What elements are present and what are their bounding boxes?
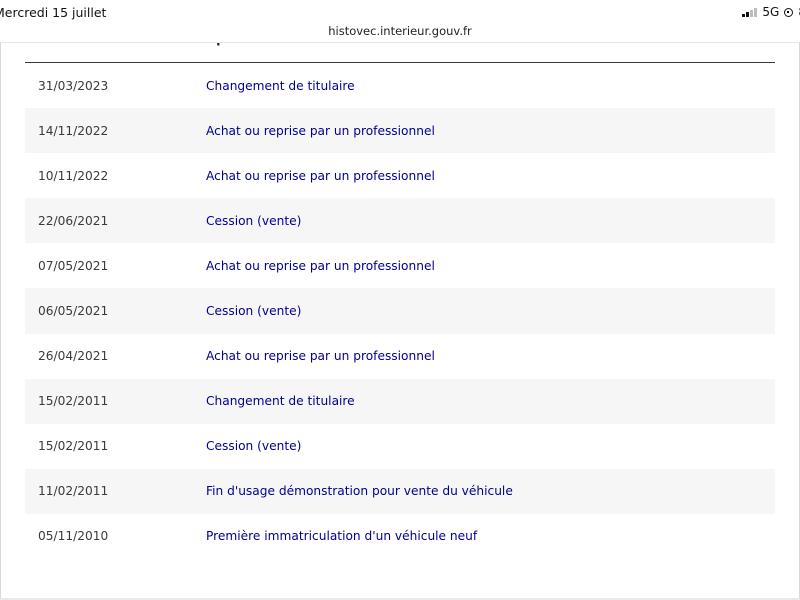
table-row: 15/02/2011 Changement de titulaire	[25, 378, 775, 424]
screen: Date Opération 31/03/2023 Changement de …	[0, 0, 800, 600]
status-indicators: 5G 8	[742, 5, 800, 19]
status-date: Mercredi 15 juillet	[0, 5, 107, 20]
row-date: 15/02/2011	[38, 394, 109, 409]
row-date: 15/02/2011	[38, 439, 109, 454]
table-row: 14/11/2022 Achat ou reprise par un profe…	[25, 108, 775, 154]
row-date: 07/05/2021	[38, 258, 109, 273]
row-date: 06/05/2021	[38, 304, 109, 319]
row-operation-link[interactable]: Achat ou reprise par un professionnel	[206, 259, 435, 273]
row-operation-link[interactable]: Fin d'usage démonstration pour vente du …	[206, 484, 513, 498]
table-row: 31/03/2023 Changement de titulaire	[25, 63, 775, 108]
row-date: 05/11/2010	[38, 529, 109, 544]
table-row: 06/05/2021 Cession (vente)	[25, 288, 775, 334]
table-row: 22/06/2021 Cession (vente)	[25, 198, 775, 244]
row-operation-link[interactable]: Achat ou reprise par un professionnel	[206, 349, 435, 363]
row-operation-link[interactable]: Changement de titulaire	[206, 394, 355, 408]
row-operation-link[interactable]: Achat ou reprise par un professionnel	[206, 169, 435, 183]
table-row: 26/04/2021 Achat ou reprise par un profe…	[25, 334, 775, 379]
orientation-lock-icon	[784, 7, 794, 17]
row-operation-link[interactable]: Première immatriculation d'un véhicule n…	[206, 529, 477, 543]
row-operation-link[interactable]: Cession (vente)	[206, 439, 301, 453]
row-operation-link[interactable]: Cession (vente)	[206, 304, 301, 318]
table-row: 07/05/2021 Achat ou reprise par un profe…	[25, 243, 775, 288]
row-date: 11/02/2011	[38, 484, 109, 499]
signal-strength-icon	[742, 7, 758, 17]
row-operation-link[interactable]: Changement de titulaire	[206, 79, 355, 93]
row-operation-link[interactable]: Achat ou reprise par un professionnel	[206, 124, 435, 138]
network-type: 5G	[762, 5, 780, 19]
status-bar: Mercredi 15 juillet 5G 8	[0, 0, 800, 24]
row-date: 14/11/2022	[38, 123, 109, 138]
frame-left-border	[0, 42, 1, 600]
row-date: 26/04/2021	[38, 349, 109, 364]
table-row: 05/11/2010 Première immatriculation d'un…	[25, 514, 775, 559]
table-row: 15/02/2011 Cession (vente)	[25, 424, 775, 469]
address-bar[interactable]: histovec.interieur.gouv.fr	[0, 22, 800, 43]
table-row: 11/02/2011 Fin d'usage démonstration pou…	[25, 468, 775, 514]
row-date: 22/06/2021	[38, 213, 109, 228]
url-text: histovec.interieur.gouv.fr	[328, 24, 472, 38]
page-content: Date Opération 31/03/2023 Changement de …	[0, 0, 800, 600]
table-row: 10/11/2022 Achat ou reprise par un profe…	[25, 153, 775, 198]
row-operation-link[interactable]: Cession (vente)	[206, 214, 301, 228]
row-date: 10/11/2022	[38, 168, 109, 183]
history-table: Date Opération 31/03/2023 Changement de …	[25, 18, 775, 559]
row-date: 31/03/2023	[38, 78, 109, 93]
